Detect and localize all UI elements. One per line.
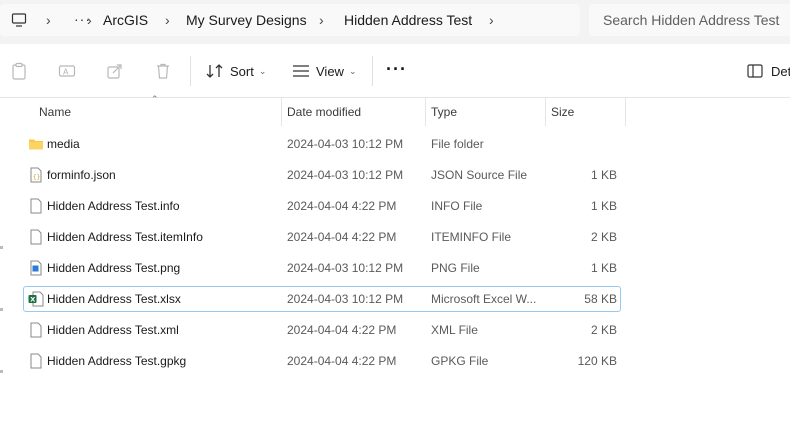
file-size: 1 KB [590, 261, 617, 275]
file-row-forminfo-json[interactable]: {} forminfo.json 2024-04-03 10:12 PM JSO… [23, 162, 621, 188]
command-bar: A Sort ⌄ View ⌄ ··· Det [0, 44, 790, 98]
file-icon [30, 198, 42, 214]
column-header-row: ⌃ Name Date modified Type Size [0, 94, 790, 126]
svg-text:{}: {} [33, 174, 40, 181]
file-size [544, 132, 617, 156]
file-name: media [47, 137, 80, 151]
chevron-right-icon[interactable]: › [165, 4, 170, 36]
file-row-png[interactable]: Hidden Address Test.png 2024-04-03 10:12… [23, 255, 621, 281]
folder-icon [29, 139, 43, 150]
file-row-gpkg[interactable]: Hidden Address Test.gpkg 2024-04-04 4:22… [23, 348, 621, 374]
file-size: 2 KB [590, 230, 617, 244]
file-date: 2024-04-03 10:12 PM [287, 292, 404, 306]
breadcrumb-item-my-survey-designs[interactable]: My Survey Designs [186, 4, 307, 36]
sort-label: Sort [230, 63, 254, 79]
file-date: 2024-04-04 4:22 PM [287, 199, 397, 213]
address-bar-row: › ··· › ArcGIS › My Survey Designs › Hid… [0, 0, 790, 44]
details-label: Det [771, 63, 790, 79]
column-header-name[interactable]: Name [33, 98, 281, 126]
column-header-date[interactable]: Date modified [281, 98, 425, 126]
file-icon [30, 353, 42, 369]
breadcrumb-item-hidden-address-test[interactable]: Hidden Address Test [344, 4, 472, 36]
chevron-right-icon[interactable]: › [489, 4, 494, 36]
search-placeholder: Search Hidden Address Test [603, 12, 780, 28]
toolbar-divider [372, 56, 373, 86]
paste-icon[interactable] [10, 62, 28, 80]
file-name: forminfo.json [47, 168, 116, 182]
file-type: ITEMINFO File [431, 230, 511, 244]
excel-file-icon: X [28, 291, 44, 307]
file-date: 2024-04-03 10:12 PM [287, 261, 404, 275]
file-row-media[interactable]: media 2024-04-03 10:12 PM File folder [23, 131, 621, 157]
breadcrumb-item-arcgis[interactable]: ArcGIS [103, 4, 148, 36]
nav-pane-edge [0, 308, 3, 311]
file-name: Hidden Address Test.xlsx [47, 292, 181, 306]
file-row-xml[interactable]: Hidden Address Test.xml 2024-04-04 4:22 … [23, 317, 621, 343]
details-pane-icon [747, 64, 763, 78]
file-date: 2024-04-04 4:22 PM [287, 230, 397, 244]
file-type: JSON Source File [431, 168, 528, 182]
svg-text:X: X [30, 296, 35, 304]
sort-button[interactable]: Sort ⌄ [206, 58, 266, 84]
file-icon [30, 229, 42, 245]
image-file-icon [30, 260, 42, 276]
file-type: PNG File [431, 261, 480, 275]
file-name: Hidden Address Test.info [47, 199, 180, 213]
file-size: 120 KB [577, 354, 617, 368]
file-date: 2024-04-03 10:12 PM [287, 137, 404, 151]
share-icon[interactable] [106, 62, 124, 80]
column-divider[interactable] [625, 98, 626, 126]
nav-pane-edge [0, 370, 3, 373]
file-date: 2024-04-04 4:22 PM [287, 323, 397, 337]
json-file-icon: {} [30, 167, 42, 183]
toolbar-divider [190, 56, 191, 86]
file-date: 2024-04-03 10:12 PM [287, 168, 404, 182]
chevron-down-icon: ⌄ [258, 65, 267, 76]
file-size: 58 KB [584, 292, 617, 306]
file-type: Microsoft Excel W... [431, 292, 537, 306]
file-row-xlsx[interactable]: X Hidden Address Test.xlsx 2024-04-03 10… [23, 286, 621, 312]
file-date: 2024-04-04 4:22 PM [287, 354, 397, 368]
view-icon [293, 65, 309, 77]
file-type: INFO File [431, 199, 483, 213]
file-type: XML File [431, 323, 478, 337]
sort-icon [206, 64, 223, 78]
file-name: Hidden Address Test.itemInfo [47, 230, 203, 244]
rename-icon[interactable]: A [58, 62, 76, 80]
svg-text:A: A [63, 68, 69, 77]
view-button[interactable]: View ⌄ [292, 58, 357, 84]
file-type: GPKG File [431, 354, 489, 368]
address-bar[interactable]: › ··· › ArcGIS › My Survey Designs › Hid… [0, 4, 580, 36]
file-size: 1 KB [590, 199, 617, 213]
file-size: 2 KB [590, 323, 617, 337]
file-name: Hidden Address Test.gpkg [47, 354, 187, 368]
this-pc-icon[interactable] [11, 12, 27, 28]
chevron-down-icon: ⌄ [348, 65, 357, 76]
column-header-size[interactable]: Size [545, 98, 625, 126]
more-options-button[interactable]: ··· [386, 58, 407, 84]
file-row-info[interactable]: Hidden Address Test.info 2024-04-04 4:22… [23, 193, 621, 219]
file-size: 1 KB [590, 168, 617, 182]
search-input[interactable]: Search Hidden Address Test [589, 4, 790, 36]
file-type: File folder [431, 137, 484, 151]
view-label: View [316, 63, 344, 79]
file-name: Hidden Address Test.xml [47, 323, 179, 337]
chevron-right-icon[interactable]: › [46, 4, 51, 36]
file-name: Hidden Address Test.png [47, 261, 181, 275]
delete-icon[interactable] [154, 62, 172, 80]
chevron-right-icon[interactable]: › [87, 4, 92, 36]
file-row-iteminfo[interactable]: Hidden Address Test.itemInfo 2024-04-04 … [23, 224, 621, 250]
nav-pane-edge [0, 246, 3, 249]
details-pane-button[interactable]: Det [747, 58, 790, 84]
column-header-type[interactable]: Type [425, 98, 545, 126]
file-icon [30, 322, 42, 338]
chevron-right-icon[interactable]: › [319, 4, 324, 36]
